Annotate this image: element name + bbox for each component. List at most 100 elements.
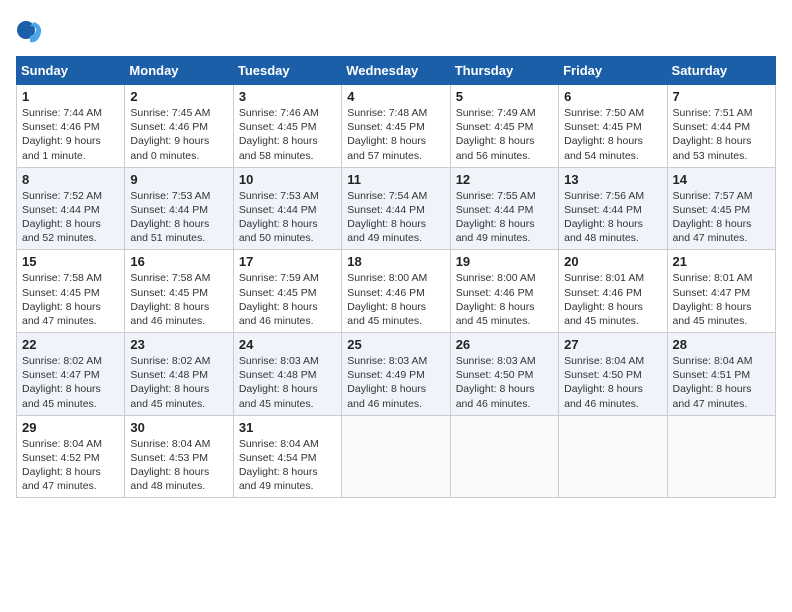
cell-info: Sunrise: 7:53 AM Sunset: 4:44 PM Dayligh…: [130, 189, 227, 246]
day-number: 13: [564, 172, 661, 187]
calendar-cell: 30 Sunrise: 8:04 AM Sunset: 4:53 PM Dayl…: [125, 415, 233, 498]
weekday-header: Thursday: [450, 57, 558, 85]
calendar-body: 1 Sunrise: 7:44 AM Sunset: 4:46 PM Dayli…: [17, 85, 776, 498]
cell-info: Sunrise: 7:58 AM Sunset: 4:45 PM Dayligh…: [130, 271, 227, 328]
calendar-cell: 23 Sunrise: 8:02 AM Sunset: 4:48 PM Dayl…: [125, 333, 233, 416]
calendar-cell: 26 Sunrise: 8:03 AM Sunset: 4:50 PM Dayl…: [450, 333, 558, 416]
calendar-cell: 9 Sunrise: 7:53 AM Sunset: 4:44 PM Dayli…: [125, 167, 233, 250]
day-number: 19: [456, 254, 553, 269]
cell-info: Sunrise: 7:59 AM Sunset: 4:45 PM Dayligh…: [239, 271, 336, 328]
calendar-week-row: 1 Sunrise: 7:44 AM Sunset: 4:46 PM Dayli…: [17, 85, 776, 168]
logo-icon: [16, 16, 44, 44]
cell-info: Sunrise: 8:00 AM Sunset: 4:46 PM Dayligh…: [347, 271, 444, 328]
day-number: 23: [130, 337, 227, 352]
calendar-cell: 22 Sunrise: 8:02 AM Sunset: 4:47 PM Dayl…: [17, 333, 125, 416]
calendar-week-row: 22 Sunrise: 8:02 AM Sunset: 4:47 PM Dayl…: [17, 333, 776, 416]
day-number: 21: [673, 254, 770, 269]
day-number: 7: [673, 89, 770, 104]
cell-info: Sunrise: 7:52 AM Sunset: 4:44 PM Dayligh…: [22, 189, 119, 246]
weekday-header: Friday: [559, 57, 667, 85]
calendar-cell: 3 Sunrise: 7:46 AM Sunset: 4:45 PM Dayli…: [233, 85, 341, 168]
cell-info: Sunrise: 7:58 AM Sunset: 4:45 PM Dayligh…: [22, 271, 119, 328]
cell-info: Sunrise: 7:46 AM Sunset: 4:45 PM Dayligh…: [239, 106, 336, 163]
weekday-header: Monday: [125, 57, 233, 85]
calendar-cell: 19 Sunrise: 8:00 AM Sunset: 4:46 PM Dayl…: [450, 250, 558, 333]
cell-info: Sunrise: 8:03 AM Sunset: 4:50 PM Dayligh…: [456, 354, 553, 411]
cell-info: Sunrise: 7:55 AM Sunset: 4:44 PM Dayligh…: [456, 189, 553, 246]
cell-info: Sunrise: 7:56 AM Sunset: 4:44 PM Dayligh…: [564, 189, 661, 246]
day-number: 24: [239, 337, 336, 352]
calendar-cell: 6 Sunrise: 7:50 AM Sunset: 4:45 PM Dayli…: [559, 85, 667, 168]
day-number: 5: [456, 89, 553, 104]
day-number: 6: [564, 89, 661, 104]
calendar-cell: 27 Sunrise: 8:04 AM Sunset: 4:50 PM Dayl…: [559, 333, 667, 416]
calendar-cell: 31 Sunrise: 8:04 AM Sunset: 4:54 PM Dayl…: [233, 415, 341, 498]
day-number: 3: [239, 89, 336, 104]
day-number: 25: [347, 337, 444, 352]
calendar-week-row: 8 Sunrise: 7:52 AM Sunset: 4:44 PM Dayli…: [17, 167, 776, 250]
calendar-cell: 2 Sunrise: 7:45 AM Sunset: 4:46 PM Dayli…: [125, 85, 233, 168]
day-number: 27: [564, 337, 661, 352]
calendar-cell: 8 Sunrise: 7:52 AM Sunset: 4:44 PM Dayli…: [17, 167, 125, 250]
day-number: 4: [347, 89, 444, 104]
calendar-cell: 16 Sunrise: 7:58 AM Sunset: 4:45 PM Dayl…: [125, 250, 233, 333]
cell-info: Sunrise: 8:03 AM Sunset: 4:48 PM Dayligh…: [239, 354, 336, 411]
calendar-cell: 11 Sunrise: 7:54 AM Sunset: 4:44 PM Dayl…: [342, 167, 450, 250]
day-number: 20: [564, 254, 661, 269]
day-number: 17: [239, 254, 336, 269]
day-number: 28: [673, 337, 770, 352]
calendar-cell: [450, 415, 558, 498]
calendar-cell: 1 Sunrise: 7:44 AM Sunset: 4:46 PM Dayli…: [17, 85, 125, 168]
weekday-header: Tuesday: [233, 57, 341, 85]
day-number: 31: [239, 420, 336, 435]
cell-info: Sunrise: 7:44 AM Sunset: 4:46 PM Dayligh…: [22, 106, 119, 163]
day-number: 26: [456, 337, 553, 352]
cell-info: Sunrise: 8:02 AM Sunset: 4:48 PM Dayligh…: [130, 354, 227, 411]
cell-info: Sunrise: 7:45 AM Sunset: 4:46 PM Dayligh…: [130, 106, 227, 163]
cell-info: Sunrise: 7:54 AM Sunset: 4:44 PM Dayligh…: [347, 189, 444, 246]
calendar-cell: 20 Sunrise: 8:01 AM Sunset: 4:46 PM Dayl…: [559, 250, 667, 333]
cell-info: Sunrise: 8:01 AM Sunset: 4:46 PM Dayligh…: [564, 271, 661, 328]
cell-info: Sunrise: 8:04 AM Sunset: 4:54 PM Dayligh…: [239, 437, 336, 494]
calendar-cell: 5 Sunrise: 7:49 AM Sunset: 4:45 PM Dayli…: [450, 85, 558, 168]
weekday-header: Saturday: [667, 57, 775, 85]
header-row: SundayMondayTuesdayWednesdayThursdayFrid…: [17, 57, 776, 85]
cell-info: Sunrise: 7:57 AM Sunset: 4:45 PM Dayligh…: [673, 189, 770, 246]
calendar-cell: [667, 415, 775, 498]
calendar-cell: 24 Sunrise: 8:03 AM Sunset: 4:48 PM Dayl…: [233, 333, 341, 416]
page-header: [16, 16, 776, 44]
calendar-cell: [342, 415, 450, 498]
cell-info: Sunrise: 8:02 AM Sunset: 4:47 PM Dayligh…: [22, 354, 119, 411]
cell-info: Sunrise: 8:01 AM Sunset: 4:47 PM Dayligh…: [673, 271, 770, 328]
day-number: 9: [130, 172, 227, 187]
cell-info: Sunrise: 8:03 AM Sunset: 4:49 PM Dayligh…: [347, 354, 444, 411]
day-number: 30: [130, 420, 227, 435]
cell-info: Sunrise: 8:04 AM Sunset: 4:52 PM Dayligh…: [22, 437, 119, 494]
calendar-cell: 18 Sunrise: 8:00 AM Sunset: 4:46 PM Dayl…: [342, 250, 450, 333]
day-number: 16: [130, 254, 227, 269]
day-number: 10: [239, 172, 336, 187]
cell-info: Sunrise: 8:04 AM Sunset: 4:51 PM Dayligh…: [673, 354, 770, 411]
calendar-cell: 12 Sunrise: 7:55 AM Sunset: 4:44 PM Dayl…: [450, 167, 558, 250]
weekday-header: Wednesday: [342, 57, 450, 85]
cell-info: Sunrise: 8:04 AM Sunset: 4:50 PM Dayligh…: [564, 354, 661, 411]
calendar-week-row: 15 Sunrise: 7:58 AM Sunset: 4:45 PM Dayl…: [17, 250, 776, 333]
day-number: 29: [22, 420, 119, 435]
cell-info: Sunrise: 7:50 AM Sunset: 4:45 PM Dayligh…: [564, 106, 661, 163]
day-number: 14: [673, 172, 770, 187]
day-number: 8: [22, 172, 119, 187]
cell-info: Sunrise: 7:48 AM Sunset: 4:45 PM Dayligh…: [347, 106, 444, 163]
weekday-header: Sunday: [17, 57, 125, 85]
day-number: 15: [22, 254, 119, 269]
calendar-cell: 21 Sunrise: 8:01 AM Sunset: 4:47 PM Dayl…: [667, 250, 775, 333]
day-number: 18: [347, 254, 444, 269]
calendar-cell: 28 Sunrise: 8:04 AM Sunset: 4:51 PM Dayl…: [667, 333, 775, 416]
calendar-cell: 10 Sunrise: 7:53 AM Sunset: 4:44 PM Dayl…: [233, 167, 341, 250]
cell-info: Sunrise: 8:04 AM Sunset: 4:53 PM Dayligh…: [130, 437, 227, 494]
calendar-week-row: 29 Sunrise: 8:04 AM Sunset: 4:52 PM Dayl…: [17, 415, 776, 498]
calendar-header: SundayMondayTuesdayWednesdayThursdayFrid…: [17, 57, 776, 85]
calendar-cell: 15 Sunrise: 7:58 AM Sunset: 4:45 PM Dayl…: [17, 250, 125, 333]
cell-info: Sunrise: 7:53 AM Sunset: 4:44 PM Dayligh…: [239, 189, 336, 246]
calendar-cell: 7 Sunrise: 7:51 AM Sunset: 4:44 PM Dayli…: [667, 85, 775, 168]
calendar-cell: [559, 415, 667, 498]
